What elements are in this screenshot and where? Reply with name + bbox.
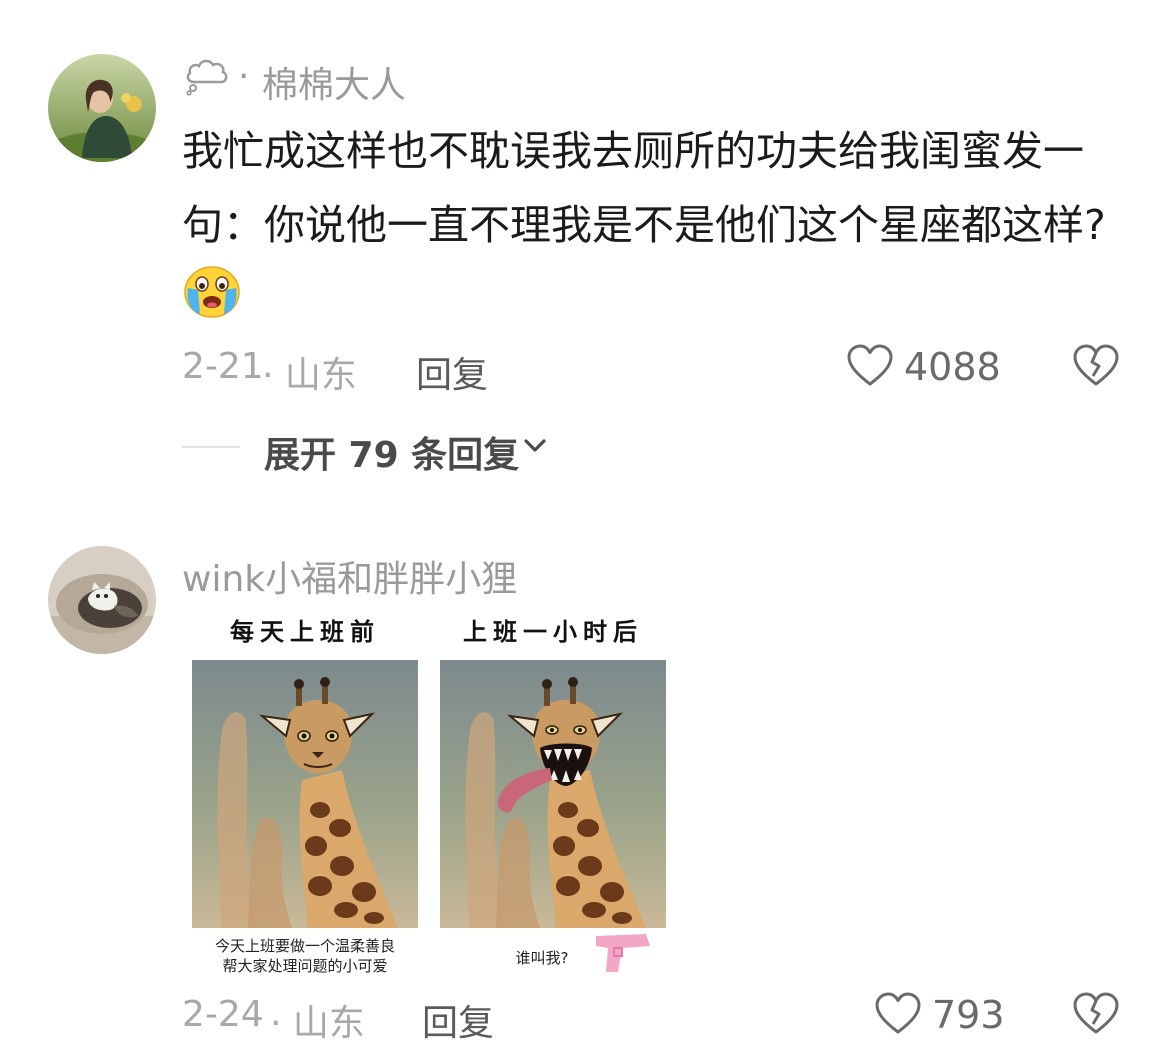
dislike-broken-heart-icon[interactable]: [1072, 344, 1120, 388]
status-separator: ·: [238, 56, 250, 97]
comment-text: 我忙成这样也不耽误我去厕所的功夫给我闺蜜发一句：你说他一直不理我是不是他们这个星…: [182, 114, 1117, 343]
comment-date: 2-24: [182, 994, 264, 1035]
username[interactable]: 棉棉大人: [262, 56, 406, 108]
meme-left-caption-line1: 今天上班要做一个温柔善良: [214, 937, 395, 955]
giraffe-cat-monster-image: [440, 660, 666, 928]
meme-left-caption: 今天上班要做一个温柔善良 帮大家处理问题的小可爱: [192, 936, 418, 976]
comment-body: 我忙成这样也不耽误我去厕所的功夫给我闺蜜发一句：你说他一直不理我是不是他们这个星…: [182, 127, 1106, 249]
avatar[interactable]: [48, 546, 156, 654]
username[interactable]: wink小福和胖胖小狸: [182, 550, 517, 602]
meme-right-title: 上班一小时后: [463, 618, 643, 646]
chevron-down-icon[interactable]: [522, 436, 548, 456]
avatar[interactable]: [48, 54, 156, 162]
like-heart-icon[interactable]: [874, 992, 922, 1036]
comment-location: · 山东: [270, 1003, 365, 1044]
meme-left-title: 每天上班前: [230, 618, 380, 646]
reply-button[interactable]: 回复: [416, 346, 488, 398]
meme-right-caption: 谁叫我?: [515, 949, 569, 967]
expand-replies-button[interactable]: 展开 79 条回复: [264, 426, 519, 478]
comment-location: · 山东: [262, 355, 357, 396]
giraffe-cat-calm-image: [192, 660, 418, 928]
expand-divider: [182, 446, 240, 448]
reply-button[interactable]: 回复: [422, 994, 494, 1046]
like-count: 4088: [904, 345, 1001, 389]
like-heart-icon[interactable]: [846, 344, 894, 388]
comment-date: 2-21: [182, 346, 264, 387]
like-count: 793: [932, 993, 1005, 1037]
meme-left-caption-line2: 帮大家处理问题的小可爱: [222, 957, 388, 975]
cloud-thought-icon: [184, 56, 232, 98]
pink-pistol-icon: [594, 930, 654, 980]
comment-image[interactable]: 每天上班前 上班一小时后 今天上班要做一个温柔善良 帮大家处理问题的小可爱 谁叫…: [182, 604, 676, 976]
dislike-broken-heart-icon[interactable]: [1072, 992, 1120, 1036]
loudly-crying-face-icon: [182, 262, 242, 343]
